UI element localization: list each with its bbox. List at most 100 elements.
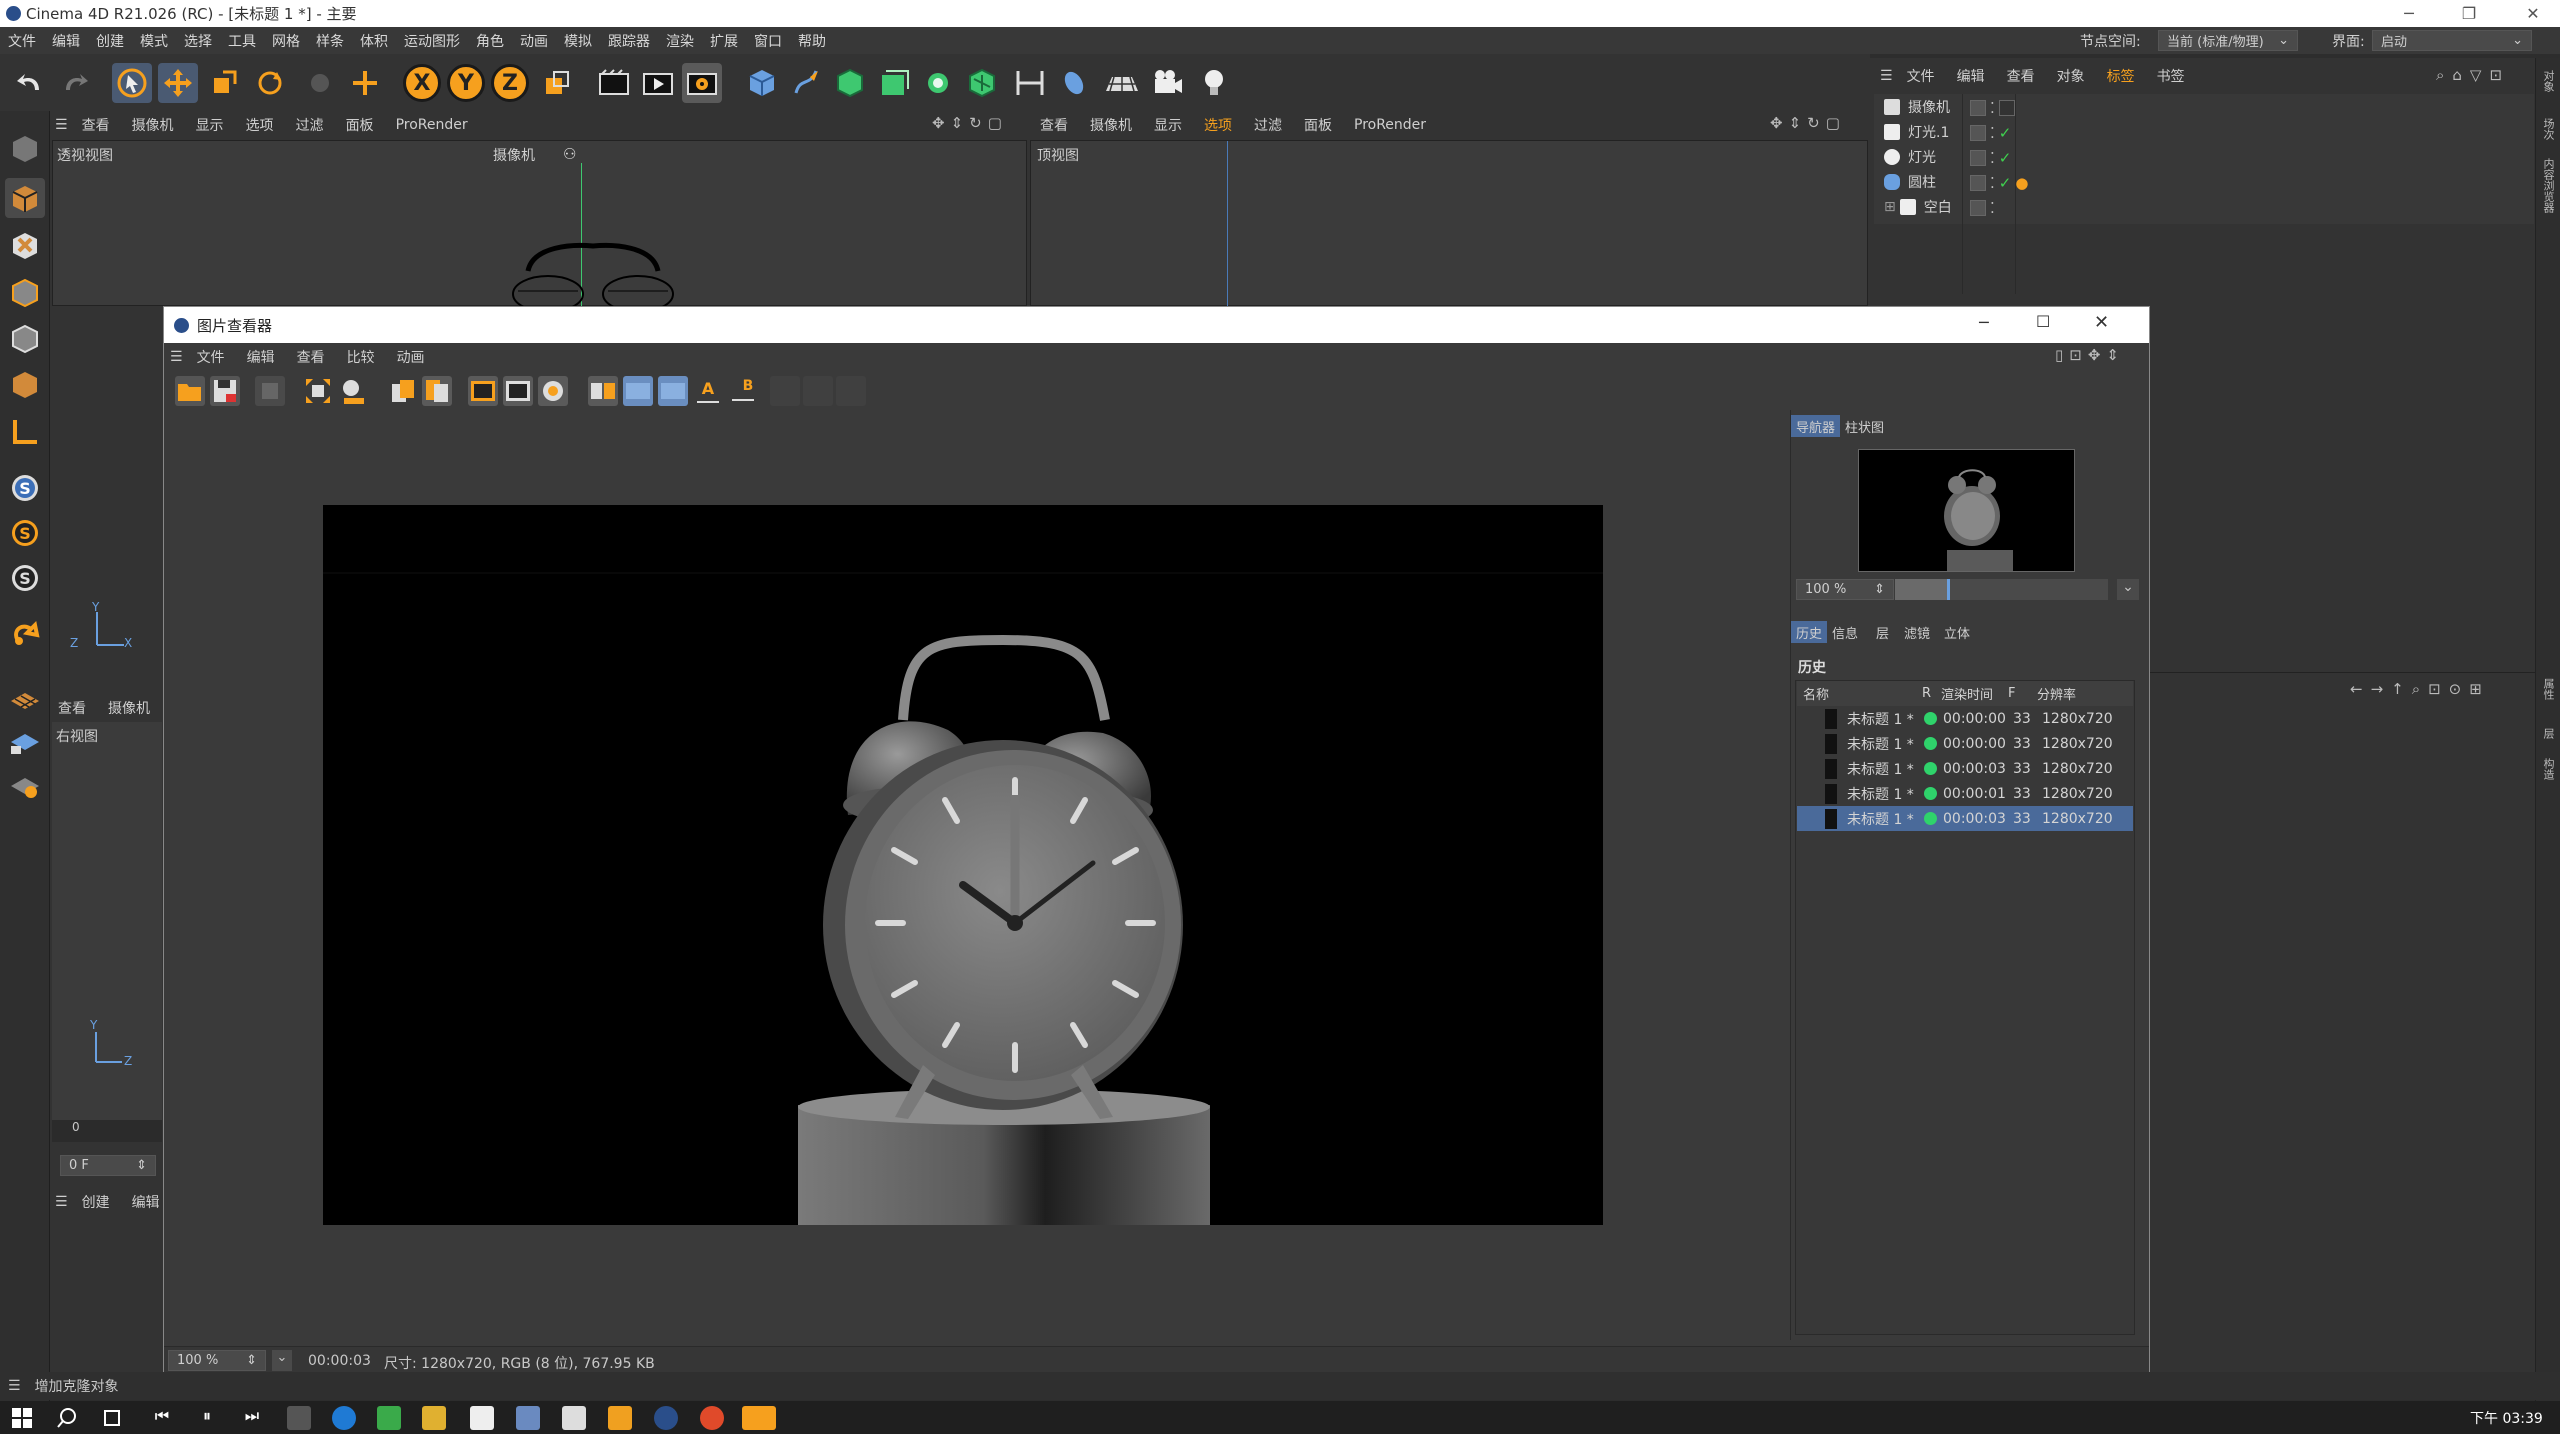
vp2-menu-filter[interactable]: 过滤 (1254, 115, 1282, 135)
menu-extensions[interactable]: 扩展 (702, 31, 746, 51)
tab-stereo[interactable]: 立体 (1939, 621, 1975, 643)
undo-icon[interactable] (10, 63, 50, 103)
x-axis-lock-button[interactable]: X (403, 64, 441, 102)
cinema4d-taskbar-icon[interactable] (654, 1406, 678, 1430)
camera-object-icon[interactable] (1148, 63, 1188, 103)
coordinate-system-icon[interactable] (538, 63, 578, 103)
viewport-nav-icons[interactable]: ✥⇕↻▢ (1770, 114, 1865, 134)
set-b-icon[interactable]: B (728, 376, 758, 406)
taskbar-app-1-icon[interactable] (287, 1406, 311, 1430)
side-tab-content-browser[interactable]: 内容浏览器 (2540, 158, 2556, 213)
windows-start-icon[interactable] (10, 1406, 34, 1430)
object-row[interactable]: 灯光.1 (1884, 120, 2184, 144)
attribute-nav-icons[interactable]: ←→↑⌕⊡⊙⊞ (2350, 680, 2530, 702)
history-row-selected[interactable]: 未标题 1 * 00:00:03 33 1280x720 (1797, 806, 2133, 831)
menu-tools[interactable]: 工具 (220, 31, 264, 51)
object-row[interactable]: 圆柱 (1884, 170, 2184, 194)
vp-menu-view[interactable]: 查看 (82, 115, 110, 135)
edges-mode-icon[interactable] (5, 318, 45, 358)
viewport-nav-icons[interactable]: ✥⇕↻▢ (932, 114, 1022, 134)
hamburger-icon[interactable]: ☰ (55, 117, 68, 133)
menu-spline[interactable]: 样条 (308, 31, 352, 51)
media-player-icon[interactable] (608, 1406, 632, 1430)
zoom-slider-handle[interactable] (1947, 579, 1950, 600)
menu-mesh[interactable]: 网格 (264, 31, 308, 51)
anim-disabled-3-icon[interactable] (836, 376, 866, 406)
extrude-icon[interactable] (874, 63, 914, 103)
pv-menu-compare[interactable]: 比较 (347, 347, 375, 367)
scale-tool-icon[interactable] (204, 63, 244, 103)
node-space-select[interactable]: 当前 (标准/物理) ⌄ (2158, 30, 2298, 51)
add-object-icon[interactable] (345, 63, 385, 103)
history-row[interactable]: 未标题 1 * 00:00:01 33 1280x720 (1797, 781, 2133, 806)
render-view-icon[interactable] (638, 63, 678, 103)
object-row[interactable]: 摄像机 (1884, 95, 2184, 119)
vp2-menu-view[interactable]: 查看 (1040, 115, 1068, 135)
close-icon[interactable]: ✕ (2094, 312, 2109, 333)
hamburger-icon[interactable]: ☰ (55, 1194, 68, 1210)
navigator-zoom-slider[interactable] (1895, 579, 2108, 600)
menu-mode[interactable]: 模式 (132, 31, 176, 51)
tab-histogram[interactable]: 柱状图 (1840, 415, 1889, 437)
tab-filter[interactable]: 滤镜 (1899, 621, 1935, 643)
polygons-mode-icon[interactable] (5, 364, 45, 404)
live-select-tool-icon[interactable] (112, 63, 152, 103)
side-tab-structure[interactable]: 构造 (2540, 758, 2556, 780)
mat-menu-create[interactable]: 创建 (82, 1192, 110, 1212)
zoom-image-icon[interactable] (338, 376, 368, 406)
minimize-icon[interactable]: ─ (1979, 313, 1989, 332)
menu-mograph[interactable]: 运动图形 (396, 31, 468, 51)
compare-split-v-icon[interactable] (658, 376, 688, 406)
tab-history[interactable]: 历史 (1791, 621, 1828, 643)
current-frame-field[interactable]: 0 F ⇕ (60, 1155, 156, 1176)
pv-menu-animation[interactable]: 动画 (397, 347, 425, 367)
light-object-icon[interactable] (1194, 63, 1234, 103)
expand-icon[interactable]: ⊞ (1884, 199, 1896, 215)
subdivision-surface-icon[interactable] (830, 63, 870, 103)
render-region-icon[interactable] (594, 63, 634, 103)
task-view-icon[interactable] (100, 1406, 124, 1430)
chevron-down-icon[interactable]: ⌄ (2117, 579, 2139, 600)
history-row[interactable]: 未标题 1 * 00:00:00 33 1280x720 (1797, 731, 2133, 756)
om-menu-object[interactable]: 对象 (2057, 66, 2085, 86)
camera-field-icon[interactable] (1054, 63, 1094, 103)
side-tab-objects[interactable]: 对象 (2540, 70, 2556, 92)
menu-select[interactable]: 选择 (176, 31, 220, 51)
object-flags[interactable]: ⁚ ✓ (1970, 149, 2011, 167)
object-flags[interactable]: ⁚ (1970, 99, 2015, 117)
magnet-tool-icon[interactable] (5, 615, 45, 655)
vp-menu-prorender[interactable]: ProRender (396, 117, 468, 133)
menu-window[interactable]: 窗口 (746, 31, 790, 51)
picture-viewer-layout-icons[interactable]: ▯⊡✥⇕ (2055, 346, 2145, 366)
lock-workplane-icon[interactable] (5, 720, 45, 760)
hamburger-icon[interactable]: ☰ (170, 349, 183, 365)
menu-help[interactable]: 帮助 (790, 31, 834, 51)
tab-navigator[interactable]: 导航器 (1791, 415, 1841, 437)
chrome-icon[interactable] (700, 1406, 724, 1430)
fit-image-icon[interactable] (303, 376, 333, 406)
object-manager-tools[interactable]: ⌕⌂▽⊡ (2436, 66, 2531, 86)
points-mode-icon[interactable] (5, 272, 45, 312)
om-menu-tags[interactable]: 标签 (2107, 66, 2135, 86)
hamburger-icon[interactable]: ☰ (8, 1378, 21, 1394)
compare-split-h-icon[interactable] (623, 376, 653, 406)
search-icon[interactable] (55, 1406, 79, 1430)
compare-ab-icon[interactable] (588, 376, 618, 406)
pv-menu-edit[interactable]: 编辑 (247, 347, 275, 367)
cloner-icon[interactable] (918, 63, 958, 103)
material-tag-icon[interactable]: ● (2015, 174, 2028, 192)
region-view-icon[interactable] (503, 376, 533, 406)
vp3-menu-view[interactable]: 查看 (58, 698, 86, 718)
vp2-menu-panel[interactable]: 面板 (1304, 115, 1332, 135)
redo-icon[interactable] (55, 63, 95, 103)
set-a-icon[interactable]: A (693, 376, 723, 406)
media-previous-icon[interactable]: ⏮ (150, 1406, 174, 1430)
vp-menu-display[interactable]: 显示 (196, 115, 224, 135)
restore-icon[interactable]: ❐ (2446, 0, 2492, 27)
om-menu-view[interactable]: 查看 (2007, 66, 2035, 86)
typora-icon[interactable] (470, 1406, 494, 1430)
om-menu-edit[interactable]: 编辑 (1957, 66, 1985, 86)
tab-layers[interactable]: 层 (1871, 621, 1894, 643)
render-settings-icon[interactable] (682, 63, 722, 103)
chevron-down-icon[interactable]: ⌄ (272, 1350, 292, 1371)
